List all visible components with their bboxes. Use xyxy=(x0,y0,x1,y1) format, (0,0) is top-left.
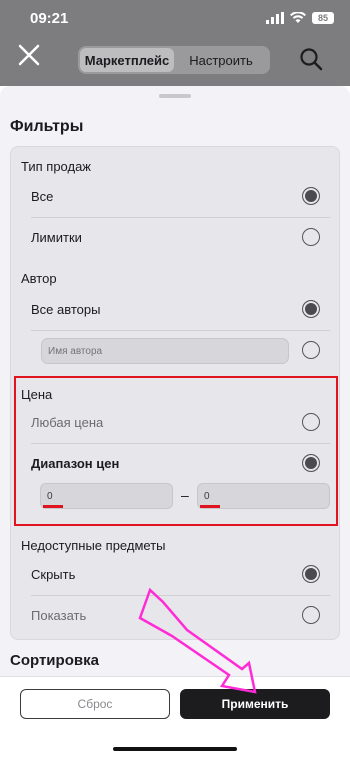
segmented-control: Маркетплейс Настроить xyxy=(78,46,270,74)
option-show[interactable]: Показать xyxy=(31,596,330,636)
sort-title: Сортировка xyxy=(10,652,99,669)
option-any-price[interactable]: Любая цена xyxy=(31,403,330,443)
page-title: Фильтры xyxy=(10,118,84,135)
option-price-range[interactable]: Диапазон цен xyxy=(31,444,330,484)
status-bar: 09:21 85 xyxy=(0,0,350,36)
wifi-icon xyxy=(290,12,306,23)
radio-selected-icon[interactable] xyxy=(302,187,320,205)
author-name-input[interactable] xyxy=(41,338,289,364)
search-button[interactable] xyxy=(298,46,324,72)
option-all-label: Все xyxy=(31,189,54,204)
range-separator: – xyxy=(181,487,189,503)
tab-customize[interactable]: Настроить xyxy=(174,48,268,72)
bottom-action-bar: Сброс Применить xyxy=(0,676,350,759)
radio-unselected-icon[interactable] xyxy=(302,228,320,246)
sheet-grabber[interactable] xyxy=(159,94,191,98)
option-any-price-label: Любая цена xyxy=(31,415,104,430)
cellular-signal-icon xyxy=(266,12,284,24)
radio-selected-icon[interactable] xyxy=(302,565,320,583)
status-icons: 85 xyxy=(266,11,334,25)
author-label: Автор xyxy=(21,271,57,286)
apply-button[interactable]: Применить xyxy=(180,689,330,719)
option-limited-label: Лимитки xyxy=(31,230,82,245)
radio-unselected-icon[interactable] xyxy=(302,606,320,624)
price-label: Цена xyxy=(21,387,53,402)
close-icon xyxy=(18,44,40,66)
radio-selected-icon[interactable] xyxy=(302,454,320,472)
home-indicator xyxy=(113,747,237,751)
radio-selected-icon[interactable] xyxy=(302,300,320,318)
status-time: 09:21 xyxy=(30,10,69,27)
option-hide[interactable]: Скрыть xyxy=(31,555,330,595)
reset-button[interactable]: Сброс xyxy=(20,689,170,719)
option-price-range-label: Диапазон цен xyxy=(31,456,120,471)
option-limited[interactable]: Лимитки xyxy=(31,218,330,258)
close-button[interactable] xyxy=(16,42,42,68)
option-show-label: Показать xyxy=(31,608,87,623)
option-all-authors-label: Все авторы xyxy=(31,302,101,317)
dimmed-background: 09:21 85 Маркетплейс Настроить xyxy=(0,0,350,86)
option-author-name[interactable] xyxy=(31,331,330,371)
option-all-authors[interactable]: Все авторы xyxy=(31,290,330,330)
max-value-underline xyxy=(200,505,220,508)
option-all[interactable]: Все xyxy=(31,177,330,217)
tab-marketplace[interactable]: Маркетплейс xyxy=(80,48,174,72)
radio-unselected-icon[interactable] xyxy=(302,413,320,431)
filters-sheet: Фильтры Тип продаж Все Лимитки Автор Все… xyxy=(0,86,350,758)
battery-icon: 85 xyxy=(312,12,334,24)
radio-unselected-icon[interactable] xyxy=(302,341,320,359)
option-hide-label: Скрыть xyxy=(31,567,76,582)
search-icon xyxy=(300,48,323,71)
unavailable-items-label: Недоступные предметы xyxy=(21,538,166,553)
min-value-underline xyxy=(43,505,63,508)
filters-card: Тип продаж Все Лимитки Автор Все авторы … xyxy=(10,146,340,640)
sale-type-label: Тип продаж xyxy=(21,159,92,174)
